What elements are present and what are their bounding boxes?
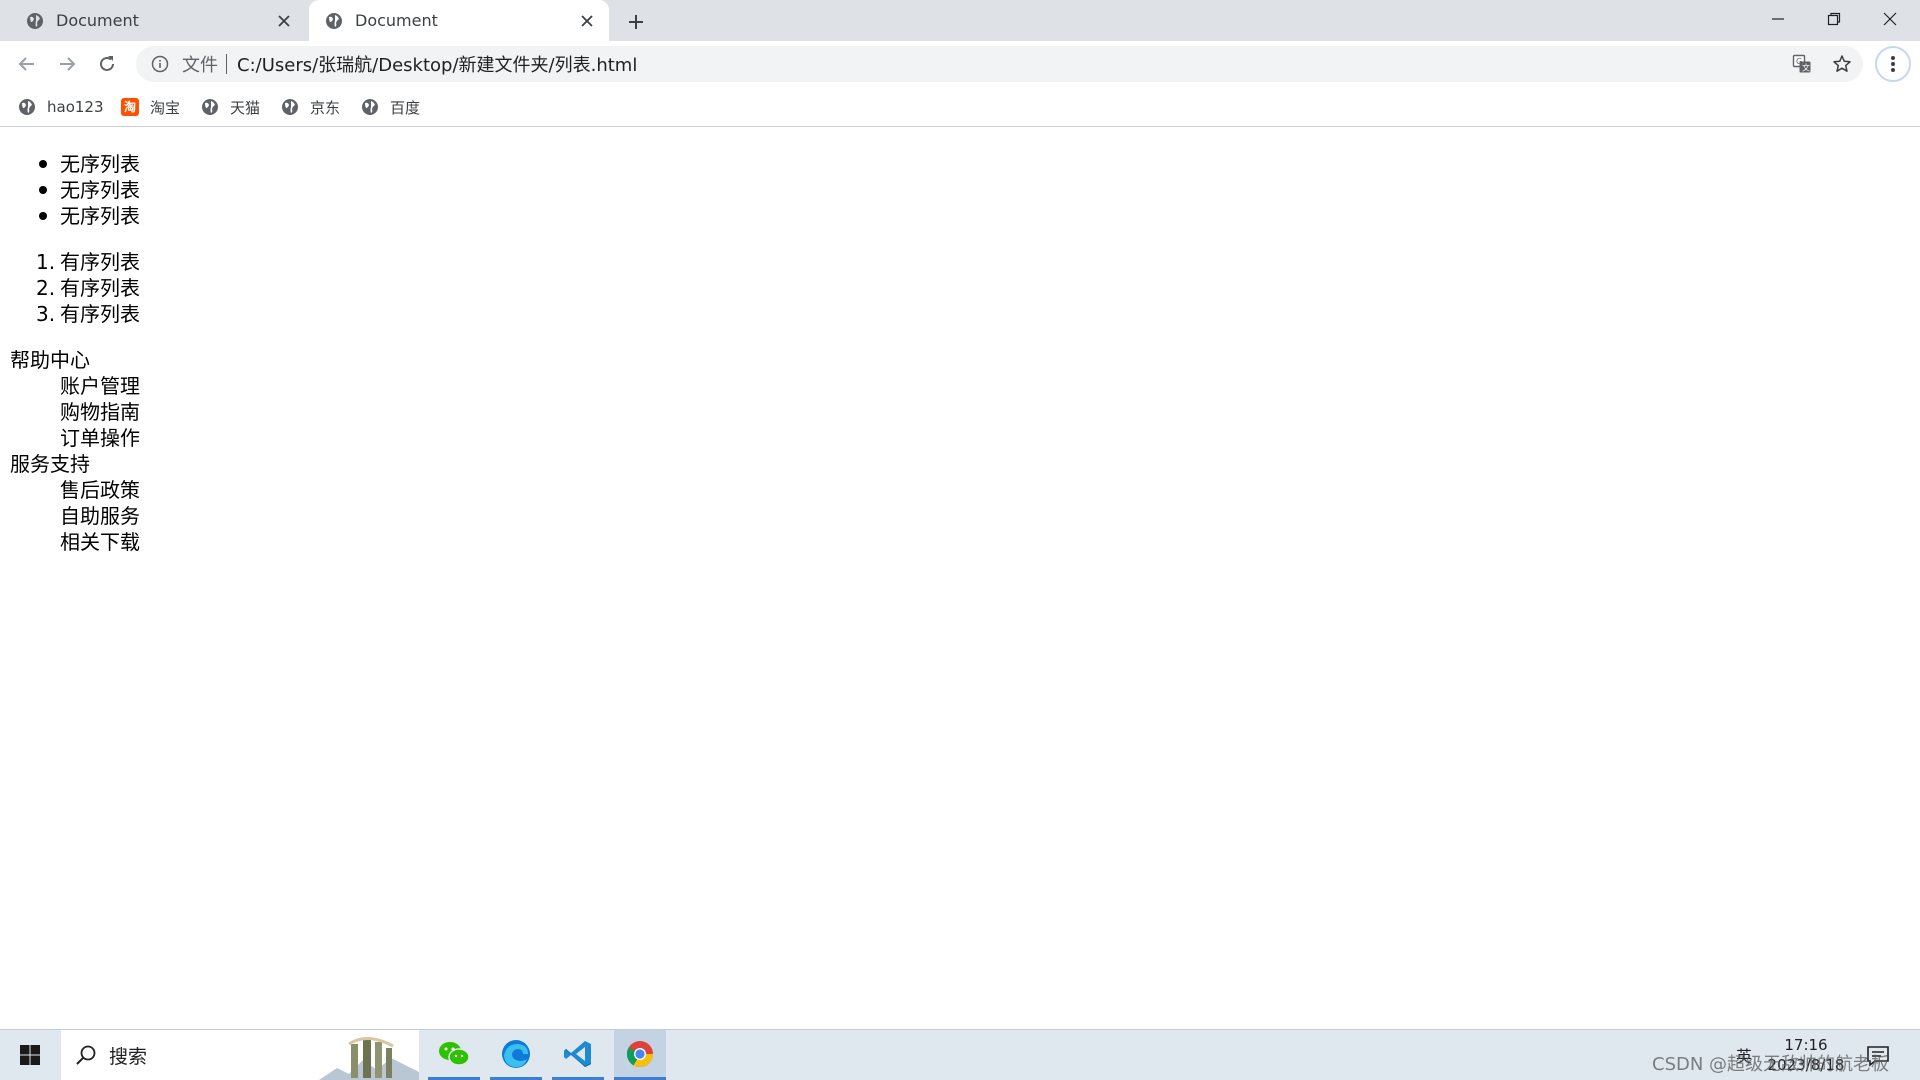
definition-item: 账户管理: [60, 374, 140, 398]
bookmark-hao123[interactable]: hao123: [18, 95, 104, 119]
taskbar-app-edge[interactable]: [490, 1030, 542, 1080]
bullet-icon: [39, 186, 47, 194]
bookmark-label: 天猫: [230, 98, 261, 117]
windows-logo-icon: [20, 1045, 40, 1065]
browser-menu-button[interactable]: [1875, 46, 1911, 82]
start-button[interactable]: [0, 1030, 60, 1080]
list-marker: 1.: [36, 250, 56, 274]
close-icon: [1883, 12, 1897, 26]
page-content: 无序列表 无序列表 无序列表 1. 有序列表 2. 有序列表 3. 有序列表 帮助中心…: [0, 127, 1920, 1029]
ordered-list: 1. 有序列表 2. 有序列表 3. 有序列表: [36, 249, 140, 327]
globe-icon: [201, 98, 219, 116]
translate-icon: G文: [1792, 54, 1811, 73]
svg-text:文: 文: [1802, 63, 1810, 73]
forward-button[interactable]: [51, 48, 83, 80]
definition-item: 自助服务: [60, 504, 140, 528]
search-placeholder: 搜索: [109, 1045, 148, 1068]
bullet-icon: [39, 160, 47, 168]
tab-title: Document: [355, 11, 438, 30]
tab-document-2[interactable]: Document: [309, 0, 609, 41]
bookmark-baidu[interactable]: 百度: [361, 95, 420, 119]
scheme-label: 文件: [182, 55, 218, 76]
globe-icon: [361, 98, 379, 116]
taobao-icon: 淘: [121, 98, 139, 116]
url-text[interactable]: C:/Users/张瑞航/Desktop/新建文件夹/列表.html: [237, 51, 637, 77]
star-icon: [1833, 55, 1851, 72]
list-marker: 3.: [36, 302, 56, 326]
tab-document-1[interactable]: Document: [10, 0, 306, 41]
plus-icon: [629, 15, 643, 29]
arrow-right-icon: [60, 57, 76, 71]
definition-list: 帮助中心 账户管理 购物指南 订单操作 服务支持 售后政策 自助服务 相关下载: [10, 347, 140, 555]
tab-title: Document: [56, 11, 139, 30]
globe-icon: [18, 98, 36, 116]
more-vertical-icon: [1891, 56, 1895, 72]
taskbar-search-box[interactable]: 搜索: [61, 1030, 419, 1080]
list-item: 3. 有序列表: [36, 302, 140, 326]
bookmarks-bar: hao123 淘 淘宝 天猫 京东 百度: [0, 87, 1920, 127]
vscode-icon: [564, 1040, 591, 1067]
taskbar-app-wechat[interactable]: [428, 1030, 480, 1080]
address-bar[interactable]: 文件 C:/Users/张瑞航/Desktop/新建文件夹/列表.html: [136, 46, 1863, 82]
globe-icon: [281, 98, 299, 116]
bookmark-jd[interactable]: 京东: [281, 95, 340, 119]
minimize-button[interactable]: [1750, 0, 1806, 38]
info-icon[interactable]: [150, 54, 170, 74]
bullet-icon: [39, 212, 47, 220]
taskbar-app-vscode[interactable]: [552, 1030, 604, 1080]
new-tab-button[interactable]: [622, 8, 650, 36]
wechat-icon: [439, 1041, 470, 1066]
edge-icon: [502, 1039, 530, 1068]
back-button[interactable]: [11, 48, 43, 80]
bookmark-label: 淘宝: [150, 98, 181, 117]
reload-button[interactable]: [91, 48, 123, 80]
search-highlight-illustration: [319, 1037, 419, 1080]
taskbar-app-chrome[interactable]: [614, 1030, 666, 1080]
globe-icon: [26, 12, 44, 30]
definition-item: 订单操作: [60, 426, 140, 450]
bookmark-label: 百度: [390, 98, 421, 117]
browser-toolbar: 文件 C:/Users/张瑞航/Desktop/新建文件夹/列表.html G文: [0, 41, 1920, 87]
search-icon: [75, 1044, 97, 1066]
list-marker: 2.: [36, 276, 56, 300]
restore-button[interactable]: [1806, 0, 1862, 38]
restore-icon: [1827, 12, 1841, 26]
list-item: 2. 有序列表: [36, 276, 140, 300]
close-icon[interactable]: [274, 11, 294, 31]
definition-term: 服务支持: [10, 452, 90, 476]
list-item: 无序列表: [39, 177, 140, 203]
bookmark-star-button[interactable]: [1826, 48, 1858, 80]
bookmark-taobao[interactable]: 淘 淘宝: [121, 95, 180, 119]
arrow-left-icon: [18, 57, 34, 71]
unordered-list: 无序列表 无序列表 无序列表: [39, 151, 140, 229]
windows-taskbar: 搜索 英 17:16 2023/8/18 CSDN @超级无敌帅的航老板: [0, 1029, 1920, 1080]
separator: [226, 54, 227, 74]
reload-icon: [100, 56, 114, 71]
list-item: 无序列表: [39, 151, 140, 177]
globe-icon: [325, 12, 343, 30]
chrome-icon: [626, 1040, 654, 1067]
close-window-button[interactable]: [1862, 0, 1918, 38]
bookmark-label: hao123: [47, 98, 104, 116]
definition-item: 售后政策: [60, 478, 140, 502]
close-icon[interactable]: [577, 11, 597, 31]
list-item: 无序列表: [39, 203, 140, 229]
tab-strip: Document Document: [0, 0, 1920, 41]
translate-button[interactable]: G文: [1786, 48, 1818, 80]
bookmark-tmall[interactable]: 天猫: [201, 95, 260, 119]
minimize-icon: [1772, 18, 1784, 20]
list-item: 1. 有序列表: [36, 250, 140, 274]
definition-item: 相关下载: [60, 530, 140, 554]
bookmark-label: 京东: [310, 98, 341, 117]
definition-term: 帮助中心: [10, 348, 90, 372]
definition-item: 购物指南: [60, 400, 140, 424]
csdn-watermark: CSDN @超级无敌帅的航老板: [1652, 1054, 1890, 1075]
